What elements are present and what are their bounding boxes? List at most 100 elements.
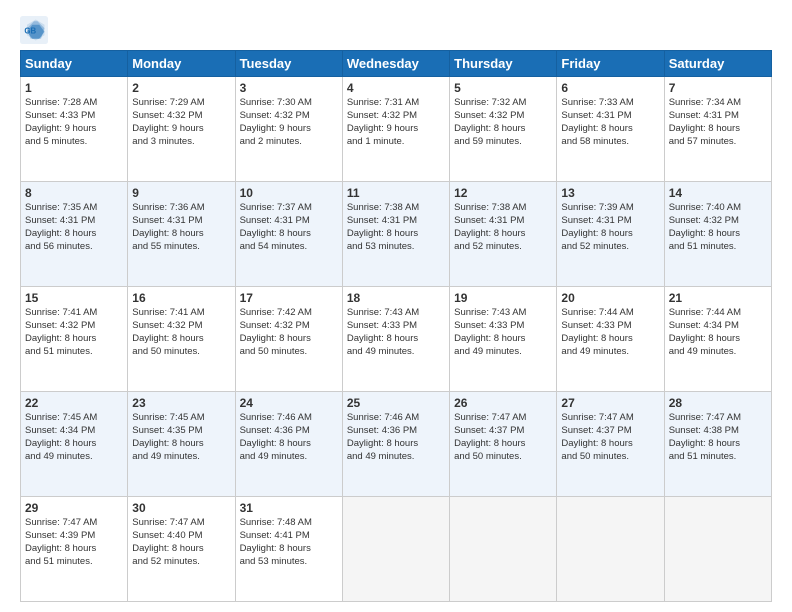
day-number: 24 bbox=[240, 395, 338, 411]
calendar-cell: 6Sunrise: 7:33 AMSunset: 4:31 PMDaylight… bbox=[557, 77, 664, 182]
day-info: and 3 minutes. bbox=[132, 136, 194, 147]
calendar-cell bbox=[664, 497, 771, 602]
week-row-2: 8Sunrise: 7:35 AMSunset: 4:31 PMDaylight… bbox=[21, 182, 772, 287]
day-info: and 49 minutes. bbox=[347, 451, 415, 462]
day-number: 13 bbox=[561, 185, 659, 201]
day-info: Sunset: 4:32 PM bbox=[240, 110, 310, 121]
day-info: Sunrise: 7:47 AM bbox=[669, 412, 741, 423]
day-info: and 51 minutes. bbox=[25, 346, 93, 357]
day-info: Sunset: 4:37 PM bbox=[561, 425, 631, 436]
day-number: 7 bbox=[669, 80, 767, 96]
day-info: Sunrise: 7:43 AM bbox=[347, 307, 419, 318]
day-info: Sunset: 4:32 PM bbox=[240, 320, 310, 331]
day-info: Sunrise: 7:36 AM bbox=[132, 202, 204, 213]
day-info: Sunset: 4:36 PM bbox=[240, 425, 310, 436]
day-info: Sunrise: 7:47 AM bbox=[561, 412, 633, 423]
day-info: Sunset: 4:32 PM bbox=[132, 110, 202, 121]
day-info: Sunset: 4:32 PM bbox=[25, 320, 95, 331]
day-info: Sunset: 4:41 PM bbox=[240, 530, 310, 541]
day-info: and 49 minutes. bbox=[132, 451, 200, 462]
calendar-cell: 18Sunrise: 7:43 AMSunset: 4:33 PMDayligh… bbox=[342, 287, 449, 392]
day-info: and 59 minutes. bbox=[454, 136, 522, 147]
day-number: 11 bbox=[347, 185, 445, 201]
day-info: Daylight: 8 hours bbox=[454, 333, 525, 344]
day-info: and 50 minutes. bbox=[454, 451, 522, 462]
day-info: Sunset: 4:39 PM bbox=[25, 530, 95, 541]
calendar-table: SundayMondayTuesdayWednesdayThursdayFrid… bbox=[20, 50, 772, 602]
day-number: 4 bbox=[347, 80, 445, 96]
day-info: Sunset: 4:32 PM bbox=[454, 110, 524, 121]
day-number: 3 bbox=[240, 80, 338, 96]
header-row: SundayMondayTuesdayWednesdayThursdayFrid… bbox=[21, 51, 772, 77]
day-info: Sunrise: 7:30 AM bbox=[240, 97, 312, 108]
day-info: Sunset: 4:33 PM bbox=[347, 320, 417, 331]
day-number: 6 bbox=[561, 80, 659, 96]
day-info: and 49 minutes. bbox=[454, 346, 522, 357]
day-number: 2 bbox=[132, 80, 230, 96]
day-info: Daylight: 8 hours bbox=[240, 333, 311, 344]
calendar-cell: 3Sunrise: 7:30 AM Sunset: 4:32 PM Daylight… bbox=[235, 77, 342, 182]
day-info: Daylight: 8 hours bbox=[132, 543, 203, 554]
day-info: and 53 minutes. bbox=[240, 556, 308, 567]
day-info: Daylight: 8 hours bbox=[25, 438, 96, 449]
day-info: Daylight: 8 hours bbox=[561, 228, 632, 239]
day-info: Sunset: 4:33 PM bbox=[454, 320, 524, 331]
day-info: Sunrise: 7:41 AM bbox=[25, 307, 97, 318]
day-info: Sunrise: 7:33 AM bbox=[561, 97, 633, 108]
calendar-cell: 19Sunrise: 7:43 AMSunset: 4:33 PMDayligh… bbox=[450, 287, 557, 392]
day-info: Sunset: 4:34 PM bbox=[25, 425, 95, 436]
day-info: Sunset: 4:34 PM bbox=[669, 320, 739, 331]
day-number: 14 bbox=[669, 185, 767, 201]
day-info: Daylight: 8 hours bbox=[454, 228, 525, 239]
day-info: Sunset: 4:32 PM bbox=[669, 215, 739, 226]
day-info: Daylight: 8 hours bbox=[347, 333, 418, 344]
calendar-cell: 26Sunrise: 7:47 AMSunset: 4:37 PMDayligh… bbox=[450, 392, 557, 497]
day-info: and 50 minutes. bbox=[132, 346, 200, 357]
day-info: Daylight: 9 hours bbox=[240, 123, 311, 134]
day-info: Daylight: 8 hours bbox=[454, 123, 525, 134]
day-info: and 49 minutes. bbox=[561, 346, 629, 357]
day-info: Sunset: 4:31 PM bbox=[561, 215, 631, 226]
calendar-cell bbox=[450, 497, 557, 602]
day-info: Daylight: 8 hours bbox=[561, 333, 632, 344]
day-info: and 49 minutes. bbox=[25, 451, 93, 462]
day-number: 29 bbox=[25, 500, 123, 516]
calendar-cell: 28Sunrise: 7:47 AMSunset: 4:38 PMDayligh… bbox=[664, 392, 771, 497]
day-info: Daylight: 8 hours bbox=[347, 228, 418, 239]
day-info: and 50 minutes. bbox=[561, 451, 629, 462]
day-info: Daylight: 8 hours bbox=[669, 123, 740, 134]
day-info: Sunrise: 7:46 AM bbox=[240, 412, 312, 423]
day-number: 27 bbox=[561, 395, 659, 411]
day-info: Sunset: 4:37 PM bbox=[454, 425, 524, 436]
day-info: Sunrise: 7:28 AM bbox=[25, 97, 97, 108]
day-number: 21 bbox=[669, 290, 767, 306]
day-number: 23 bbox=[132, 395, 230, 411]
calendar-cell: 2Sunrise: 7:29 AM Sunset: 4:32 PM Daylight… bbox=[128, 77, 235, 182]
day-info: Sunset: 4:31 PM bbox=[347, 215, 417, 226]
day-info: Sunrise: 7:35 AM bbox=[25, 202, 97, 213]
day-info: Sunrise: 7:29 AM bbox=[132, 97, 204, 108]
day-info: Sunset: 4:31 PM bbox=[669, 110, 739, 121]
calendar-cell: 8Sunrise: 7:35 AMSunset: 4:31 PMDaylight… bbox=[21, 182, 128, 287]
calendar-cell: 17Sunrise: 7:42 AMSunset: 4:32 PMDayligh… bbox=[235, 287, 342, 392]
day-info: Daylight: 9 hours bbox=[132, 123, 203, 134]
day-number: 19 bbox=[454, 290, 552, 306]
calendar-cell: 1Sunrise: 7:28 AMSunset: 4:33 PMDaylight… bbox=[21, 77, 128, 182]
calendar-cell: 14Sunrise: 7:40 AMSunset: 4:32 PMDayligh… bbox=[664, 182, 771, 287]
day-info: Daylight: 8 hours bbox=[454, 438, 525, 449]
day-info: and 51 minutes. bbox=[669, 451, 737, 462]
day-info: Daylight: 8 hours bbox=[347, 438, 418, 449]
day-info: and 1 minute. bbox=[347, 136, 405, 147]
calendar-cell: 31Sunrise: 7:48 AMSunset: 4:41 PMDayligh… bbox=[235, 497, 342, 602]
day-info: Sunset: 4:31 PM bbox=[132, 215, 202, 226]
day-info: Sunrise: 7:42 AM bbox=[240, 307, 312, 318]
day-number: 12 bbox=[454, 185, 552, 201]
day-info: Sunrise: 7:31 AM bbox=[347, 97, 419, 108]
day-info: Sunset: 4:33 PM bbox=[561, 320, 631, 331]
calendar-cell: 21Sunrise: 7:44 AMSunset: 4:34 PMDayligh… bbox=[664, 287, 771, 392]
day-info: and 57 minutes. bbox=[669, 136, 737, 147]
day-info: Daylight: 8 hours bbox=[240, 543, 311, 554]
day-info: Sunset: 4:31 PM bbox=[561, 110, 631, 121]
col-header-monday: Monday bbox=[128, 51, 235, 77]
day-number: 25 bbox=[347, 395, 445, 411]
